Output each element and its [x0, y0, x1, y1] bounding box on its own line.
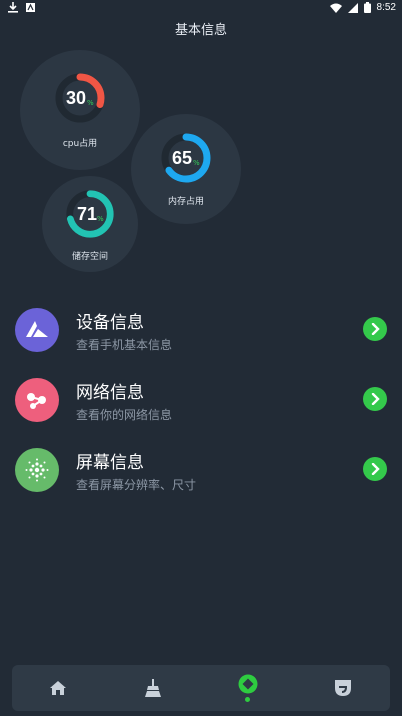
list-item-network-info[interactable]: 网络信息 查看你的网络信息	[0, 370, 402, 430]
status-time: 8:52	[376, 2, 396, 13]
storage-gauge-card: 71 % 储存空间	[42, 176, 138, 272]
device-info-subtitle: 查看手机基本信息	[76, 338, 173, 352]
memory-gauge-unit: %	[193, 159, 200, 167]
triangle-logo-icon	[26, 321, 48, 337]
memory-gauge-value: 65	[172, 148, 193, 168]
memory-gauge-card: 65 % 内存占用	[131, 114, 241, 224]
cpu-gauge-value: 30	[66, 88, 87, 108]
app-notification-icon	[26, 3, 35, 12]
screen-info-subtitle: 查看屏幕分辨率、尺寸	[76, 478, 197, 492]
storage-gauge-label: 储存空间	[71, 252, 108, 262]
info-diamond-icon	[238, 674, 258, 694]
network-nodes-icon	[27, 393, 46, 409]
cellular-signal-icon	[347, 2, 358, 13]
status-bar: 8:52	[0, 0, 402, 18]
screen-info-icon-circle	[15, 448, 59, 492]
chevron-right-icon[interactable]	[363, 387, 387, 411]
list-item-screen-info[interactable]: 屏幕信息 查看屏幕分辨率、尺寸	[0, 440, 402, 500]
memory-gauge-label: 内存占用	[167, 197, 204, 207]
chevron-right-icon[interactable]	[363, 457, 387, 481]
cpu-gauge-card: 30 % cpu占用	[20, 50, 140, 170]
device-info-title: 设备信息	[76, 313, 144, 333]
storage-gauge-unit: %	[97, 215, 104, 223]
bottom-nav	[12, 665, 390, 711]
page-title: 基本信息	[174, 23, 227, 38]
device-info-icon-circle	[15, 308, 59, 352]
battery-icon	[363, 2, 371, 13]
nav-active-indicator	[245, 697, 250, 702]
cpu-gauge-label: cpu占用	[62, 139, 98, 149]
network-info-subtitle: 查看你的网络信息	[76, 408, 173, 422]
download-icon	[8, 2, 18, 13]
list-item-device-info[interactable]: 设备信息 查看手机基本信息	[0, 300, 402, 360]
network-info-icon-circle	[15, 378, 59, 422]
shield-icon	[335, 680, 351, 696]
cpu-gauge-unit: %	[87, 99, 94, 107]
storage-gauge-value: 71	[77, 204, 98, 224]
wifi-icon	[329, 3, 342, 13]
home-icon	[50, 681, 66, 695]
screen-info-title: 屏幕信息	[76, 453, 144, 473]
nav-security[interactable]	[313, 665, 373, 711]
chevron-right-icon[interactable]	[363, 317, 387, 341]
broom-icon	[145, 679, 161, 697]
screen-dots-icon	[25, 458, 49, 482]
nav-home[interactable]	[28, 665, 88, 711]
network-info-title: 网络信息	[76, 383, 144, 403]
nav-clean[interactable]	[123, 665, 183, 711]
nav-info[interactable]	[218, 665, 278, 711]
